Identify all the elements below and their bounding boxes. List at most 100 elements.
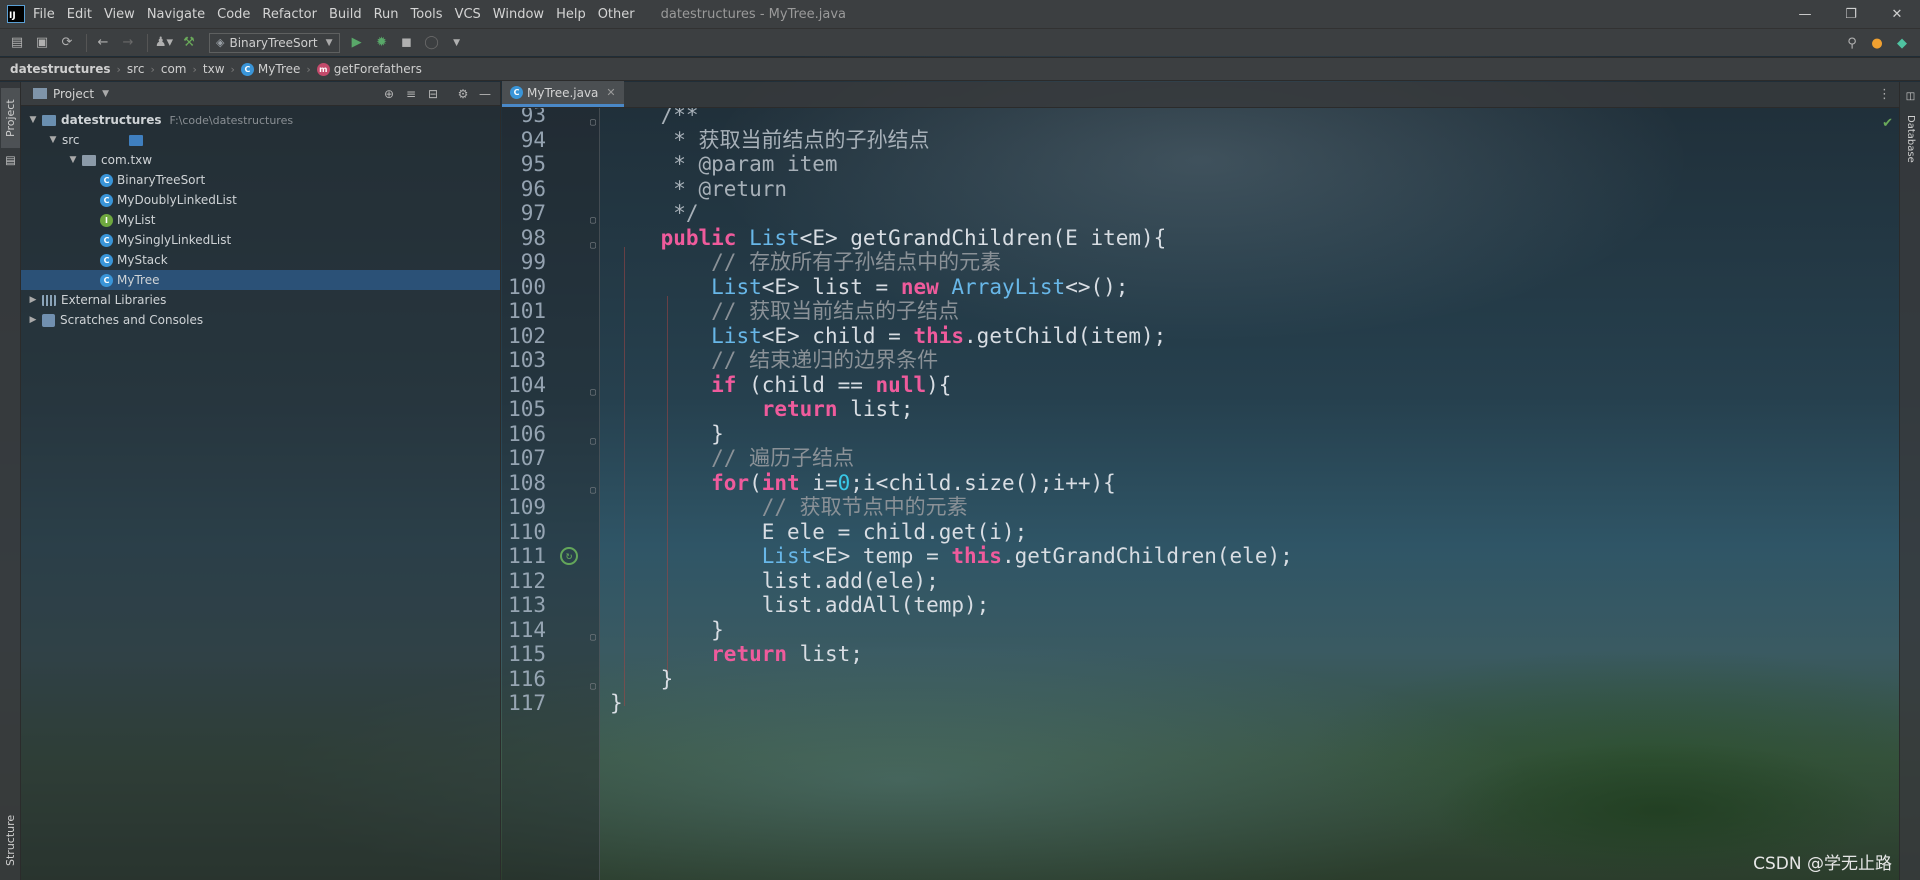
tree-item-file[interactable]: C MyDoublyLinkedList	[21, 190, 500, 210]
update-icon[interactable]: ●	[1866, 32, 1888, 54]
menu-item-refactor[interactable]: Refactor	[262, 7, 317, 22]
tree-item-file[interactable]: C MySinglyLinkedList	[21, 230, 500, 250]
breadcrumb-item-txw[interactable]: txw	[203, 62, 225, 76]
tree-item-file[interactable]: C MyTree	[21, 270, 500, 290]
breadcrumb-item-src[interactable]: src	[127, 62, 145, 76]
library-icon	[42, 294, 56, 306]
forward-arrow-icon[interactable]: →	[117, 32, 139, 54]
tree-item-package[interactable]: ▼ com.txw	[21, 150, 500, 170]
open-folder-icon[interactable]: ▤	[6, 32, 28, 54]
toolbar-right: ⚲ ● ◆	[1841, 32, 1916, 54]
chevron-right-icon: ›	[230, 62, 235, 76]
tree-item-file[interactable]: C BinaryTreeSort	[21, 170, 500, 190]
tree-item-root[interactable]: ▼ datestructures F:\code\datestructures	[21, 110, 500, 130]
src-label: src	[62, 133, 80, 147]
plugin-icon[interactable]: ◆	[1891, 32, 1913, 54]
chevron-down-icon[interactable]: ▼	[47, 135, 59, 145]
project-tool-tab[interactable]: Project	[1, 88, 20, 148]
tree-item-scratches[interactable]: ▶ Scratches and Consoles	[21, 310, 500, 330]
gear-icon[interactable]: ⚙	[452, 84, 474, 104]
restore-button[interactable]: ❐	[1828, 0, 1874, 28]
code-area[interactable]: 93 ▢ /** 94 * 获取当前结点的子孙结点 95 * @param item 9…	[502, 108, 1899, 880]
menu-item-window[interactable]: Window	[493, 7, 544, 22]
tree-item-external-libraries[interactable]: ▶ External Libraries	[21, 290, 500, 310]
fold-marker-icon[interactable]: ▢	[590, 427, 600, 447]
hide-panel-icon[interactable]: —	[474, 84, 496, 104]
save-all-icon[interactable]: ▣	[31, 32, 53, 54]
watermark: CSDN @学无止路	[1753, 854, 1892, 874]
fold-marker-icon[interactable]: ▢	[590, 476, 600, 496]
menu-item-navigate[interactable]: Navigate	[147, 7, 205, 22]
tab-mytree-java[interactable]: C MyTree.java ✕	[502, 81, 624, 107]
more-vertical-icon[interactable]: ⋮	[1878, 87, 1891, 102]
menu-item-build[interactable]: Build	[329, 7, 362, 22]
fold-marker-icon[interactable]: ▢	[590, 108, 600, 128]
fold-marker-icon[interactable]: ▢	[590, 623, 600, 643]
locate-file-icon[interactable]: ⊕	[378, 84, 400, 104]
tree-item-file[interactable]: C MyStack	[21, 250, 500, 270]
run-icon[interactable]: ▶	[346, 32, 368, 54]
breadcrumb: datestructures › src › com › txw › C MyTr…	[0, 57, 1920, 81]
fold-marker-icon[interactable]: ▢	[590, 672, 600, 692]
chevron-down-icon[interactable]: ▼	[102, 89, 109, 99]
menu-item-run[interactable]: Run	[374, 7, 399, 22]
class-icon: C	[100, 253, 113, 267]
menu-item-tools[interactable]: Tools	[411, 7, 443, 22]
coverage-icon[interactable]: ◼	[396, 32, 418, 54]
more-chevron-icon[interactable]: ▼	[446, 32, 468, 54]
code-line[interactable]: 117}	[502, 688, 1899, 718]
chevron-right-icon: ›	[116, 62, 121, 76]
chevron-right-icon: ›	[306, 62, 311, 76]
sync-icon[interactable]: ⟳	[56, 32, 78, 54]
search-icon[interactable]: ⚲	[1841, 32, 1863, 54]
fold-marker-icon[interactable]: ▢	[590, 206, 600, 226]
chevron-down-icon[interactable]: ▼	[67, 155, 79, 165]
collapse-all-icon[interactable]: ⊟	[422, 84, 444, 104]
menu-item-help[interactable]: Help	[556, 7, 586, 22]
database-icon[interactable]: ◫	[1901, 88, 1920, 104]
breadcrumb-item-method[interactable]: m getForefathers	[316, 62, 422, 76]
menu-bar: IJ File Edit View Navigate Code Refactor Build…	[0, 0, 1920, 28]
file-label: MyList	[117, 213, 156, 227]
chevron-down-icon[interactable]: ▼	[27, 115, 39, 125]
method-icon: m	[316, 62, 330, 76]
chevron-right-icon[interactable]: ▶	[27, 315, 39, 325]
menu-item-other[interactable]: Other	[598, 7, 635, 22]
debug-icon[interactable]: ✹	[371, 32, 393, 54]
run-configuration-select[interactable]: ◈ BinaryTreeSort ▼	[209, 32, 340, 53]
intellij-logo-icon: IJ	[7, 5, 25, 23]
tree-item-src[interactable]: ▼ src	[21, 130, 500, 150]
recursive-call-icon[interactable]: ↻	[560, 547, 578, 565]
breadcrumb-item-class[interactable]: C MyTree	[240, 62, 300, 76]
close-window-button[interactable]: ✕	[1874, 0, 1920, 28]
fold-marker-icon[interactable]: ▢	[590, 378, 600, 398]
breadcrumb-method-label: getForefathers	[333, 62, 422, 76]
expand-all-icon[interactable]: ≡	[400, 84, 422, 104]
project-panel-header: Project ▼ ⊕ ≡ ⊟ ⚙ —	[21, 82, 500, 106]
stop-icon[interactable]: ◯	[421, 32, 443, 54]
menu-item-vcs[interactable]: VCS	[455, 7, 481, 22]
folder-icon[interactable]: ▤	[1, 154, 20, 170]
tree-item-file[interactable]: I MyList	[21, 210, 500, 230]
structure-tool-tab[interactable]: Structure	[1, 808, 20, 872]
menu-item-edit[interactable]: Edit	[67, 7, 92, 22]
toolbar-separator	[147, 33, 148, 52]
project-panel-title[interactable]: Project	[53, 87, 94, 101]
file-label: MyTree	[117, 273, 160, 287]
build-hammer-icon[interactable]: ⚒	[178, 32, 200, 54]
database-tool-tab[interactable]: Database	[1901, 106, 1920, 172]
minimize-button[interactable]: —	[1782, 0, 1828, 28]
fold-marker-icon[interactable]: ▢	[590, 231, 600, 251]
scratches-icon	[42, 313, 55, 327]
menu-item-file[interactable]: File	[33, 7, 55, 22]
left-tool-stripe: Project ▤ Structure	[0, 82, 21, 880]
chevron-right-icon[interactable]: ▶	[27, 295, 39, 305]
back-arrow-icon[interactable]: ←	[92, 32, 114, 54]
breadcrumb-item-project[interactable]: datestructures	[10, 62, 111, 76]
close-icon[interactable]: ✕	[606, 86, 615, 99]
menu-item-view[interactable]: View	[104, 7, 135, 22]
menu-item-code[interactable]: Code	[217, 7, 250, 22]
user-icon[interactable]: ♟▾	[153, 32, 175, 54]
class-icon: C	[240, 62, 254, 76]
breadcrumb-item-com[interactable]: com	[161, 62, 187, 76]
